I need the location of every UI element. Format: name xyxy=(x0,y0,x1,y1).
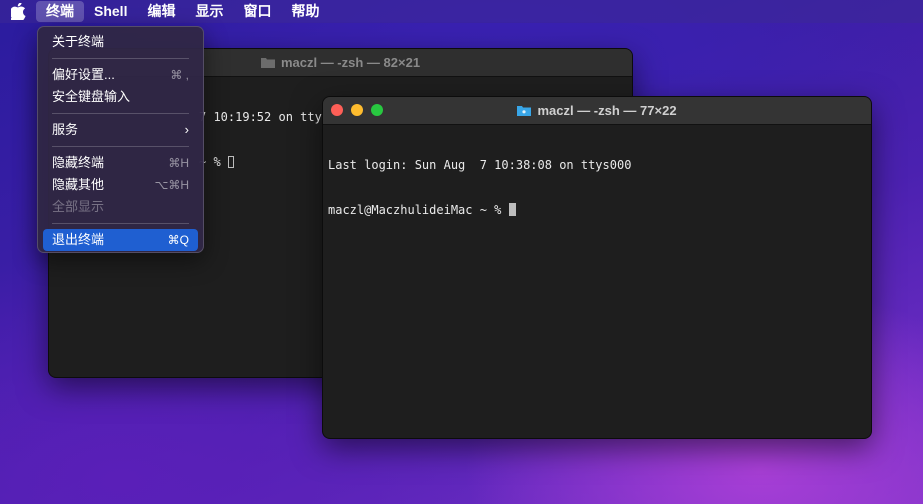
traffic-lights xyxy=(331,104,383,116)
menu-shell[interactable]: Shell xyxy=(84,1,137,22)
menu-view[interactable]: 显示 xyxy=(185,1,233,22)
minimize-button[interactable] xyxy=(351,104,363,116)
folder-icon xyxy=(517,106,532,116)
chevron-right-icon: › xyxy=(184,122,189,137)
menu-item-quit[interactable]: 退出终端 ⌘Q xyxy=(43,229,198,251)
menu-item-services[interactable]: 服务 › xyxy=(43,119,198,141)
menu-separator xyxy=(52,146,189,147)
menu-separator xyxy=(52,223,189,224)
folder-icon xyxy=(260,58,275,68)
terminal-line: Last login: Sun Aug 7 10:38:08 on ttys00… xyxy=(328,158,632,172)
menu-terminal[interactable]: 终端 xyxy=(36,1,84,22)
terminal-content[interactable]: Last login: Sun Aug 7 10:38:08 on ttys00… xyxy=(323,125,871,250)
shortcut-label: ⌥⌘H xyxy=(154,178,190,192)
menu-window[interactable]: 窗口 xyxy=(233,1,281,22)
shortcut-label: ⌘Q xyxy=(167,233,189,247)
menu-help[interactable]: 帮助 xyxy=(281,1,329,22)
menu-separator xyxy=(52,113,189,114)
window-titlebar[interactable]: maczl — -zsh — 77×22 xyxy=(323,97,871,125)
menu-bar: 终端 Shell 编辑 显示 窗口 帮助 xyxy=(0,0,923,23)
menu-item-hide-others[interactable]: 隐藏其他 ⌥⌘H xyxy=(43,174,198,196)
menu-item-hide[interactable]: 隐藏终端 ⌘H xyxy=(43,152,198,174)
apple-menu[interactable] xyxy=(0,0,36,23)
menu-item-show-all: 全部显示 xyxy=(52,199,105,214)
close-button[interactable] xyxy=(331,104,343,116)
window-title: maczl — -zsh — 77×22 xyxy=(537,103,677,118)
terminal-prompt-line: maczl@MaczhulideiMac ~ % xyxy=(328,203,866,218)
text-cursor xyxy=(508,203,516,216)
shortcut-label: ⌘H xyxy=(168,156,189,170)
zoom-button[interactable] xyxy=(371,104,383,116)
menu-item-about[interactable]: 关于终端 xyxy=(43,31,198,53)
window-title: maczl — -zsh — 82×21 xyxy=(280,55,421,70)
menu-separator xyxy=(52,58,189,59)
menu-item-preferences[interactable]: 偏好设置... ⌘ , xyxy=(43,64,198,86)
menu-edit[interactable]: 编辑 xyxy=(137,1,185,22)
shortcut-label: ⌘ , xyxy=(170,68,189,82)
apple-logo-icon xyxy=(10,3,26,20)
terminal-app-menu: 关于终端 偏好设置... ⌘ , 安全键盘输入 服务 › 隐藏终端 ⌘H 隐藏其… xyxy=(37,26,204,253)
menu-item-secure-keyboard[interactable]: 安全键盘输入 xyxy=(43,86,198,108)
text-cursor xyxy=(227,156,234,168)
terminal-window-front[interactable]: maczl — -zsh — 77×22 Last login: Sun Aug… xyxy=(322,96,872,439)
